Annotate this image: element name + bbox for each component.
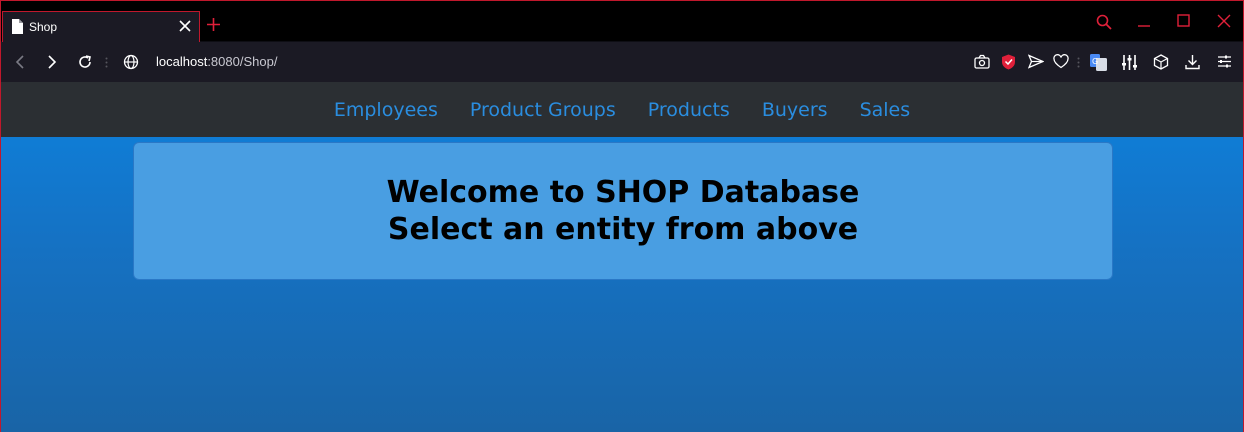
maximize-icon[interactable]	[1177, 14, 1191, 28]
page-content: Employees Product Groups Products Buyers…	[1, 82, 1243, 432]
close-icon[interactable]	[179, 20, 191, 32]
url-field[interactable]: localhost:8080/Shop/	[156, 54, 277, 69]
document-icon	[12, 19, 23, 34]
nav-link-buyers[interactable]: Buyers	[762, 99, 828, 121]
globe-icon[interactable]	[123, 54, 139, 70]
send-icon[interactable]	[1028, 54, 1044, 69]
tab-title: Shop	[29, 20, 58, 34]
camera-icon[interactable]	[974, 54, 990, 69]
download-icon[interactable]	[1185, 54, 1200, 70]
svg-text:G: G	[1092, 57, 1098, 66]
url-path: :8080/Shop/	[207, 54, 278, 69]
nav-link-employees[interactable]: Employees	[334, 99, 438, 121]
separator-dots-icon	[1077, 57, 1080, 68]
nav-link-product-groups[interactable]: Product Groups	[470, 99, 616, 121]
url-host: localhost	[156, 54, 208, 69]
cube-icon[interactable]	[1153, 54, 1169, 70]
menu-icon[interactable]	[1217, 54, 1232, 69]
nav-link-sales[interactable]: Sales	[860, 99, 911, 121]
heart-icon[interactable]	[1053, 54, 1069, 69]
nav-link-products[interactable]: Products	[648, 99, 730, 121]
more-dots-icon	[105, 57, 108, 68]
forward-icon[interactable]	[46, 54, 58, 70]
new-tab-icon[interactable]	[207, 18, 220, 31]
browser-tab[interactable]: Shop	[2, 11, 200, 42]
equalizer-icon[interactable]	[1121, 54, 1138, 71]
back-icon[interactable]	[14, 54, 26, 70]
welcome-subheading: Select an entity from above	[387, 212, 859, 247]
tab-strip: Shop	[1, 1, 1243, 42]
shield-icon[interactable]	[1001, 54, 1016, 70]
minimize-icon[interactable]	[1137, 14, 1151, 28]
close-window-icon[interactable]	[1217, 14, 1231, 28]
address-bar: localhost:8080/Shop/ G	[1, 42, 1243, 82]
top-navbar: Employees Product Groups Products Buyers…	[1, 82, 1243, 137]
welcome-card: Welcome to SHOP Database Select an entit…	[133, 142, 1113, 280]
reload-icon[interactable]	[77, 54, 93, 70]
welcome-heading: Welcome to SHOP Database	[386, 175, 860, 210]
translate-icon[interactable]: G	[1090, 54, 1107, 71]
search-icon[interactable]	[1096, 14, 1112, 30]
